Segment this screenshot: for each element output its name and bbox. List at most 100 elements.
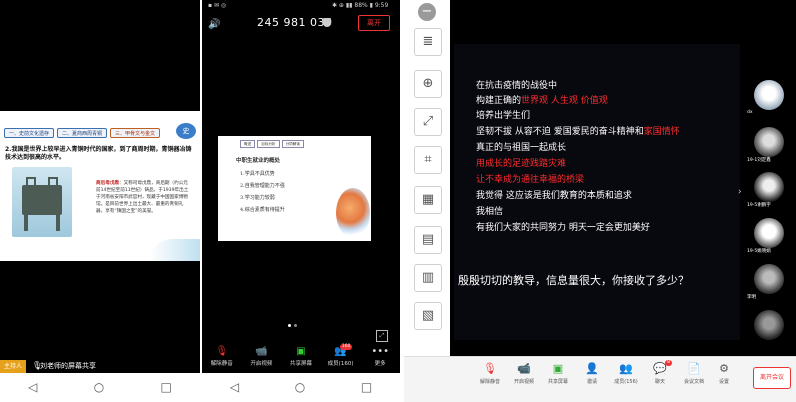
slide-line: 在抗击疫情的战役中 (476, 81, 558, 91)
invite-button[interactable]: 👤 邀请 (578, 362, 606, 386)
slide-tab: 二、夏商西周青铜 (57, 128, 108, 138)
document-icon: 📄 (687, 362, 701, 375)
slide-line: 用成长的足迹践踏灾难 (476, 159, 567, 169)
participant-tile[interactable]: dx (744, 78, 794, 120)
chevron-right-icon[interactable]: › (738, 187, 742, 197)
status-bar-right: ✱ ⊕ ▮▮ 88% ▮ 9:59 (332, 2, 389, 9)
expand-icon[interactable]: ⤢ (376, 330, 388, 342)
back-icon[interactable]: ◁ (230, 380, 239, 394)
slide-logo-icon: 史 (176, 123, 196, 139)
slide-tab: 分项解读 (281, 140, 304, 148)
start-video-button[interactable]: 📹 开启视频 (510, 362, 538, 386)
slide-item: 1.学具不具优势 (240, 171, 275, 177)
slide-tab: 目标分析 (257, 140, 280, 148)
meeting-id: 245 981 030 (257, 16, 333, 29)
video-off-icon: 📹 (517, 362, 531, 375)
resize-tool-icon[interactable]: ⤢ (414, 108, 442, 136)
avatar (754, 264, 784, 294)
shared-slide: 在抗击疫情的战役中 构建正确的世界观 人生观 价值观 培养出学生们 坚韧不拔 从… (454, 44, 740, 340)
search-doc-tool-icon[interactable]: ▥ (414, 264, 442, 292)
leave-meeting-button[interactable]: 离开会议 (753, 367, 791, 389)
slide-line: 我觉得 这应该是我们教育的本质和追求 (476, 191, 632, 201)
slide-line: 让不幸成为通往幸福的桥梁 (476, 175, 585, 185)
participant-tile[interactable]: 19-5姚晓娟 (744, 216, 794, 258)
flower-illustration (336, 188, 370, 238)
chat-button[interactable]: 💬 8 聊天 (646, 360, 674, 386)
highlight-text: 商后母戊鼎 (96, 181, 119, 186)
picture-tool-icon[interactable]: ▧ (414, 302, 442, 330)
zoom-tool-icon[interactable]: ⊕ (414, 70, 442, 98)
slide-line: 培养出学生们 (476, 111, 531, 121)
slide-heading: 2.我国是世界上较早进入青铜时代的国家，到了商周时期，青铜器冶铸技术达到很高的水… (5, 146, 192, 161)
slide-item: 2.自我管理能力不强 (240, 183, 285, 189)
page-dot[interactable] (294, 324, 297, 327)
video-off-icon: 📹 (255, 346, 268, 357)
slide-line: 构建正确的世界观 人生观 价值观 (476, 96, 608, 106)
image-tool-icon[interactable]: ▦ (414, 186, 442, 214)
slide-body-text: 商后母戊鼎：又称司母戊鼎，商后期（约公元前14世纪至前11世纪）铸品，于1939… (96, 180, 192, 215)
slide-line: 有我们大家的共同努力 明天一定会更加美好 (476, 223, 650, 233)
shield-icon[interactable] (323, 18, 331, 27)
document-tool-icon[interactable]: ▤ (414, 226, 442, 254)
avatar (754, 172, 784, 202)
shared-slide: 一、史前文化遗存 二、夏商西周青铜 三、甲骨文与金文 史 2.我国是世界上较早进… (0, 111, 200, 261)
share-screen-icon: ▣ (296, 346, 306, 357)
share-screen-icon: ▣ (552, 362, 564, 375)
more-icon: ••• (371, 346, 390, 357)
chat-badge: 8 (665, 360, 672, 366)
slide-line: 坚韧不拔 从容不迫 爱国爱民的奋斗精神和家国情怀 (476, 127, 680, 137)
mic-muted-icon: 🎙 (215, 346, 229, 357)
avatar (754, 310, 784, 340)
start-video-button[interactable]: 📹 开启视频 (242, 346, 282, 374)
slide-line: 真正的与祖国一起成长 (476, 143, 567, 153)
recents-icon[interactable]: □ (361, 380, 372, 394)
leave-button[interactable]: 离开 (358, 15, 390, 31)
meeting-docs-button[interactable]: 📄 会议文档 (680, 362, 708, 386)
android-nav-bar: ◁ ○ □ (202, 373, 400, 401)
home-icon[interactable]: ○ (295, 380, 305, 394)
slide-tab: 一、史前文化遗存 (4, 128, 55, 138)
participant-tile[interactable]: 19-5谢鹏宇 (744, 170, 794, 212)
screen-share-label: 刘老师的屏幕共享 (40, 362, 96, 370)
back-icon[interactable]: ◁ (28, 380, 37, 394)
panel-phone-share-view: 一、史前文化遗存 二、夏商西周青铜 三、甲骨文与金文 史 2.我国是世界上较早进… (0, 0, 200, 401)
annotation-sidebar: − ≣ ⊕ ⤢ ⌗ ▦ ▤ ▥ ▧ (404, 0, 450, 356)
members-icon: 👥 (619, 362, 633, 375)
avatar (754, 127, 784, 157)
page-indicator (288, 324, 297, 327)
slide-decoration (150, 239, 200, 261)
collapse-icon[interactable]: − (418, 3, 436, 21)
invite-icon: 👤 (585, 362, 599, 375)
status-bar-left: ▪ ✉ ◎ (208, 2, 227, 9)
list-tool-icon[interactable]: ≣ (414, 28, 442, 56)
participant-tile[interactable]: 李明 (744, 262, 794, 304)
gear-icon: ⚙ (719, 362, 729, 375)
members-button[interactable]: 👥 成员(156) (612, 362, 640, 386)
members-button[interactable]: 👥 160 成员(160) (321, 344, 361, 374)
panel-phone-meeting-view: ▪ ✉ ◎ ✱ ⊕ ▮▮ 88% ▮ 9:59 🔊 245 981 030 离开… (202, 0, 400, 401)
share-screen-button[interactable]: ▣ 共享屏幕 (281, 346, 321, 374)
slide-tab: 概述 (240, 140, 256, 148)
more-button[interactable]: ••• 更多 (360, 346, 400, 374)
slide-title: 中职生就业的概处 (236, 158, 281, 164)
share-screen-button[interactable]: ▣ 共享屏幕 (544, 362, 572, 386)
panel-tablet-meeting-view: − ≣ ⊕ ⤢ ⌗ ▦ ▤ ▥ ▧ 在抗击疫情的战役中 构建正确的世界观 人生观… (404, 0, 796, 402)
unmute-button[interactable]: 🎙 解除静音 (202, 346, 242, 374)
participant-tile[interactable] (744, 308, 794, 350)
mic-icon: 🎙 (32, 361, 43, 370)
settings-button[interactable]: ⚙ 设置 (710, 362, 738, 386)
slide-question: 殷殷切切的教导，信息量很大，你接收了多少？ (458, 274, 689, 287)
avatar (754, 80, 784, 110)
recents-icon[interactable]: □ (161, 380, 172, 394)
speaker-icon[interactable]: 🔊 (208, 19, 220, 30)
page-dot[interactable] (288, 324, 291, 327)
avatar (754, 218, 784, 248)
shared-slide: 概述 目标分析 分项解读 中职生就业的概处 1.学具不具优势 2.自我管理能力不… (218, 136, 371, 241)
android-nav-bar: ◁ ○ □ (0, 373, 200, 401)
unmute-button[interactable]: 🎙 解除静音 (476, 362, 504, 386)
participant-tile[interactable]: 19-1刘定鑫 (744, 125, 794, 167)
home-icon[interactable]: ○ (94, 380, 104, 394)
slide-tabs: 概述 目标分析 分项解读 (240, 140, 304, 148)
meeting-toolbar: 🎙 解除静音 📹 开启视频 ▣ 共享屏幕 👥 160 成员(160) ••• 更… (202, 344, 400, 374)
crop-tool-icon[interactable]: ⌗ (414, 146, 442, 174)
